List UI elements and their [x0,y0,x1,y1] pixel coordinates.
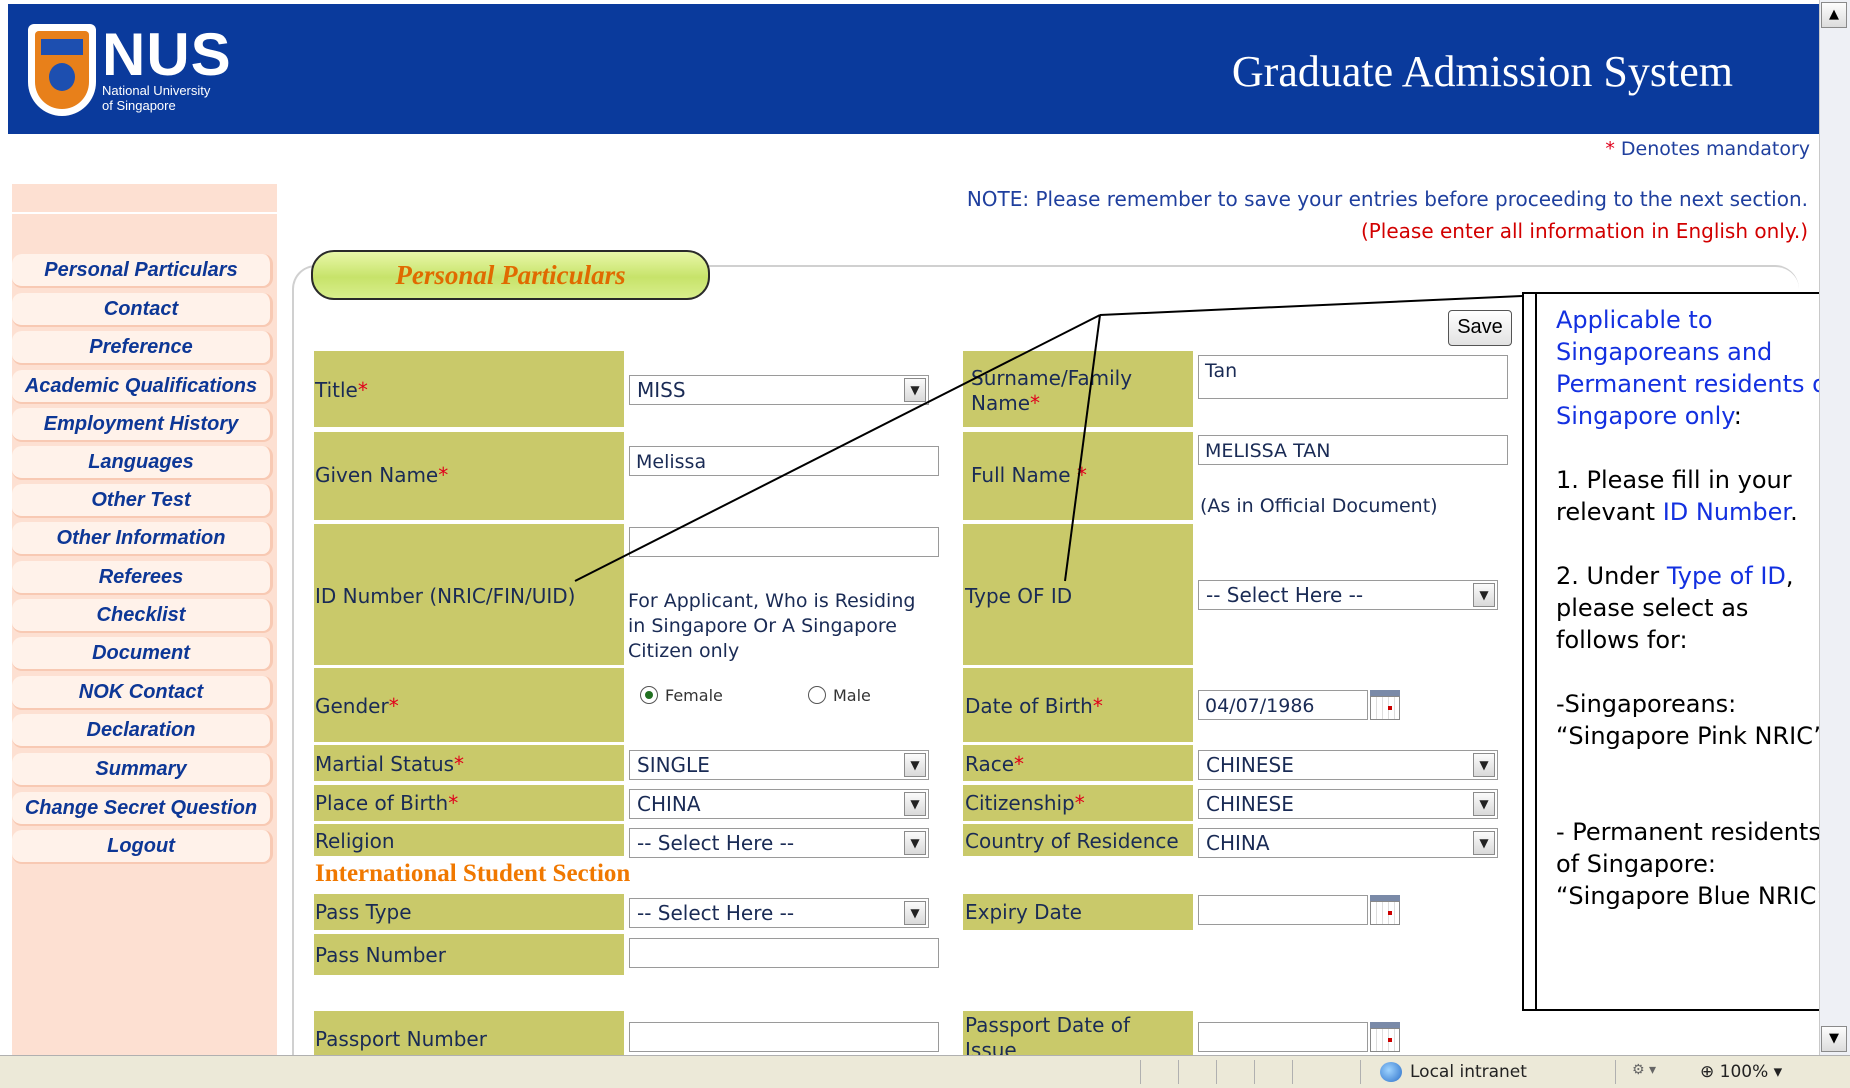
protected-mode-icon[interactable]: ⚙ ▾ [1632,1062,1656,1078]
globe-icon [1380,1062,1402,1082]
callout-step-2: 2. Under Type of ID, please select as fo… [1556,562,1794,654]
callout-heading: Applicable to Singaporeans and Permanent… [1556,306,1836,430]
security-zone-label: Local intranet [1410,1062,1527,1082]
zoom-icon[interactable]: ⊕ 100% ▾ [1700,1062,1782,1082]
scroll-up-icon[interactable]: ▲ [1821,2,1847,28]
callout-divider [1535,292,1537,1011]
callout-permanent-residents: - Permanent residents of Singapore: “Sin… [1556,818,1830,910]
scroll-down-icon[interactable]: ▼ [1821,1026,1847,1052]
callout-step-1: 1. Please fill in your relevant ID Numbe… [1556,466,1798,526]
callout-singaporeans: -Singaporeans: “Singapore Pink NRIC”. [1556,690,1834,750]
vertical-scrollbar[interactable] [1819,0,1850,1055]
browser-status-bar: Local intranet ⚙ ▾ ⊕ 100% ▾ [0,1055,1850,1088]
